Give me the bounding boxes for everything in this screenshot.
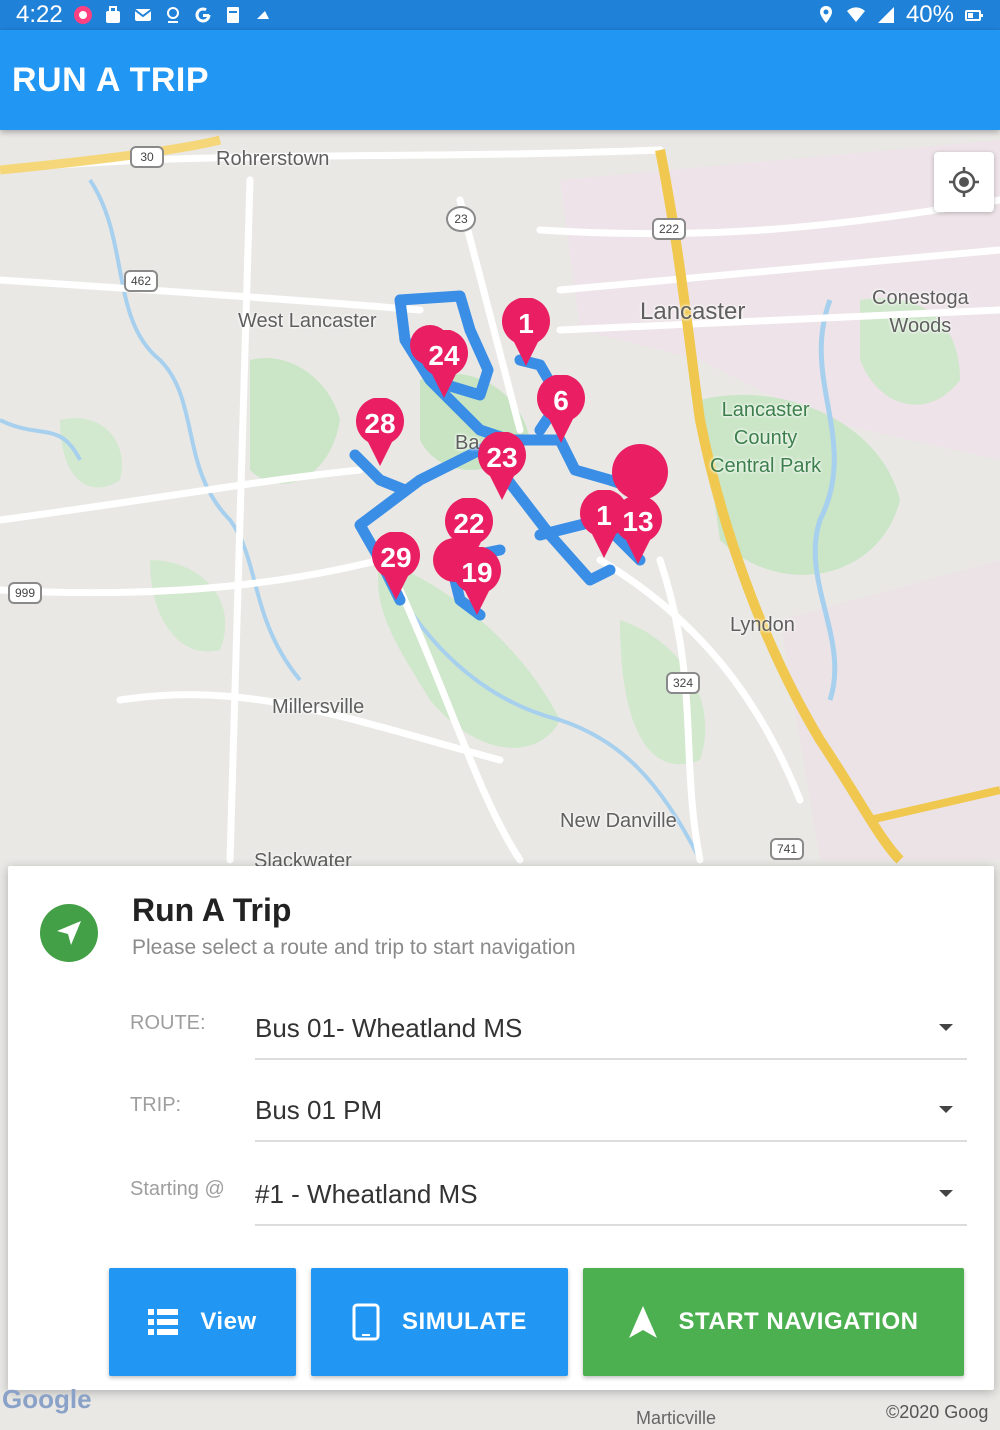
road-shield: 222 xyxy=(652,218,686,240)
stop-marker-13[interactable]: 13 xyxy=(612,496,664,566)
wifi-icon xyxy=(846,7,865,23)
my-location-button[interactable] xyxy=(934,152,994,212)
stop-marker-29[interactable]: 29 xyxy=(370,532,422,602)
map-label-lyndon: Lyndon xyxy=(730,614,795,636)
stop-marker-label: 22 xyxy=(453,508,485,539)
status-time: 4:22 xyxy=(16,1,63,28)
tablet-icon xyxy=(352,1303,380,1341)
trip-field: TRIP: Bus 01 PM xyxy=(130,1080,968,1142)
map-label-marticville: Marticville xyxy=(636,1408,717,1428)
cloud-notification-icon xyxy=(256,11,269,19)
dropdown-caret-icon xyxy=(939,1024,953,1031)
stop-marker-label: 6 xyxy=(553,385,569,416)
location-notification-icon xyxy=(166,7,179,23)
view-button-label: View xyxy=(200,1308,257,1335)
road-shield: 30 xyxy=(130,146,164,168)
route-value: Bus 01- Wheatland MS xyxy=(255,1012,523,1043)
panel-title: Run A Trip xyxy=(132,892,292,928)
trip-select[interactable]: Bus 01 PM xyxy=(255,1080,967,1142)
google-logo: Google xyxy=(2,1384,92,1414)
app-bar: RUN A TRIP xyxy=(0,30,1000,130)
map-label-millersville: Millersville xyxy=(272,696,365,718)
starting-value: #1 - Wheatland MS xyxy=(255,1178,478,1209)
map-label-lancaster-county-park: Lancaster County Central Park xyxy=(710,399,822,477)
map-label-new-danville: New Danville xyxy=(560,810,677,832)
trip-selection-panel: Run A Trip Please select a route and tri… xyxy=(8,866,994,1390)
start-navigation-button[interactable]: START NAVIGATION xyxy=(583,1268,964,1376)
document-notification-icon xyxy=(226,7,239,23)
road-shield: 324 xyxy=(666,672,700,694)
stop-marker-label: 24 xyxy=(428,340,460,371)
bag-notification-icon xyxy=(105,6,120,23)
signal-icon xyxy=(877,7,894,23)
starting-stop-select[interactable]: #1 - Wheatland MS xyxy=(255,1164,967,1226)
battery-icon xyxy=(965,10,983,21)
map-label-rohrerstown: Rohrerstown xyxy=(216,148,330,170)
map-label-conestoga-woods: Conestoga Woods xyxy=(872,287,969,337)
route-label: ROUTE: xyxy=(130,1012,206,1034)
stop-marker-23[interactable]: 23 xyxy=(476,432,528,502)
stop-marker-label: 1 xyxy=(518,308,534,339)
battery-percent: 40% xyxy=(905,1,954,28)
camera-notification-icon xyxy=(73,6,92,24)
simulate-button[interactable]: SIMULATE xyxy=(311,1268,568,1376)
road-shield: 999 xyxy=(8,582,42,604)
route-select[interactable]: Bus 01- Wheatland MS xyxy=(255,998,967,1060)
view-button[interactable]: View xyxy=(109,1268,296,1376)
stop-marker-label: 28 xyxy=(364,408,396,439)
page-title: RUN A TRIP xyxy=(12,60,210,99)
panel-subtitle: Please select a route and trip to start … xyxy=(132,936,576,959)
stop-marker-label: 13 xyxy=(622,506,654,537)
stop-marker-24[interactable]: 24 xyxy=(418,330,470,400)
dropdown-caret-icon xyxy=(939,1190,953,1197)
map-label-lancaster: Lancaster xyxy=(640,298,746,325)
navigation-icon xyxy=(628,1306,657,1338)
stop-marker-28[interactable]: 28 xyxy=(354,398,406,468)
stop-marker-label: 19 xyxy=(461,557,493,588)
status-bar: 4:22 40% xyxy=(0,0,1000,30)
stop-marker-label: 29 xyxy=(380,542,412,573)
location-pin-icon xyxy=(819,6,832,23)
starting-stop-field: Starting @ #1 - Wheatland MS xyxy=(130,1164,968,1226)
road-shield: 741 xyxy=(770,838,804,860)
list-icon xyxy=(148,1309,179,1335)
mail-notification-icon xyxy=(134,9,152,21)
dropdown-caret-icon xyxy=(939,1106,953,1113)
map-label-west-lancaster: West Lancaster xyxy=(238,310,377,332)
stop-marker-label: 23 xyxy=(486,442,518,473)
starting-label: Starting @ xyxy=(130,1178,225,1200)
trip-value: Bus 01 PM xyxy=(255,1094,383,1125)
stop-marker-19[interactable]: 19 xyxy=(451,547,503,617)
stop-marker-1[interactable]: 1 xyxy=(500,298,552,368)
stop-marker-6[interactable]: 6 xyxy=(535,375,587,445)
trip-label: TRIP: xyxy=(130,1094,182,1116)
map-attribution: ©2020 Goog xyxy=(886,1402,989,1422)
crosshair-icon xyxy=(949,167,979,197)
notification-icons xyxy=(73,5,273,25)
road-shield: 23 xyxy=(446,206,476,232)
simulate-button-label: SIMULATE xyxy=(402,1308,527,1335)
start-navigation-button-label: START NAVIGATION xyxy=(678,1308,919,1335)
navigation-arrow-icon xyxy=(40,904,98,962)
road-shield: 462 xyxy=(124,270,158,292)
route-field: ROUTE: Bus 01- Wheatland MS xyxy=(130,998,968,1060)
google-notification-icon xyxy=(195,7,211,23)
